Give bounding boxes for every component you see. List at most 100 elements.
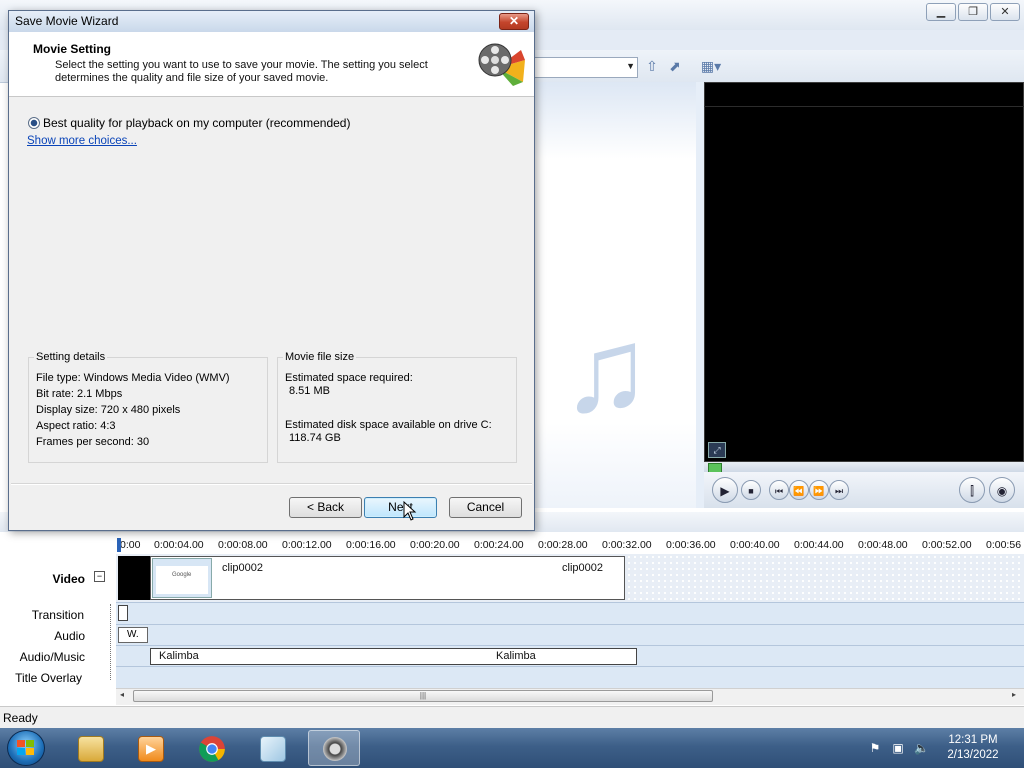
scroll-left-icon[interactable]: ◂ [120, 690, 124, 699]
scroll-right-icon[interactable]: ▸ [1012, 690, 1016, 699]
restore-button[interactable]: ❐ [958, 3, 988, 21]
timeline-ruler[interactable]: 0:00 0:00:04.00 0:00:08.00 0:00:12.00 0:… [116, 536, 1024, 555]
best-quality-label[interactable]: Best quality for playback on my computer… [43, 116, 350, 130]
taskbar-explorer[interactable] [64, 730, 116, 766]
cancel-button[interactable]: Cancel [449, 497, 522, 518]
ruler-tick: 0:00:56 [986, 539, 1022, 551]
split-clip-icon[interactable]: ⫿ [959, 477, 985, 503]
up-folder-icon[interactable]: ⇧ [643, 57, 661, 75]
ruler-tick: 0:00:16.00 [346, 539, 396, 551]
new-folder-icon[interactable]: ⬈ [666, 57, 684, 75]
explorer-icon [78, 736, 104, 762]
ruler-tick: 0:00:28.00 [538, 539, 588, 551]
status-text: Ready [3, 711, 38, 725]
previous-frame-icon[interactable]: ⏮ [769, 480, 789, 500]
audio-clip[interactable]: W. [118, 627, 148, 643]
music-note-watermark-icon: ♫ [561, 303, 651, 437]
track-label-audio-music: Audio/Music [19, 650, 85, 664]
back-button[interactable]: < Back [289, 497, 362, 518]
ruler-tick: 0:00:24.00 [474, 539, 524, 551]
track-label-audio: Audio [54, 629, 85, 643]
chrome-icon [199, 736, 225, 762]
taskbar-chrome[interactable] [186, 730, 238, 766]
ruler-tick: 0:00 [120, 539, 141, 551]
next-button[interactable]: Next [364, 497, 437, 518]
system-clock[interactable]: 12:31 PM 2/13/2022 [940, 733, 1006, 763]
paint-icon [260, 736, 286, 762]
view-options-icon[interactable]: ▦▾ [698, 57, 724, 75]
ruler-tick: 0:00:04.00 [154, 539, 204, 551]
minimize-button[interactable]: ▁ [926, 3, 956, 21]
pane-splitter[interactable] [696, 82, 704, 508]
track-label-title-overlay: Title Overlay [15, 671, 82, 685]
ruler-tick: 0:00:36.00 [666, 539, 716, 551]
setting-details-title: Setting details [34, 351, 108, 363]
est-space-value: 8.51 MB [289, 385, 330, 397]
black-clip[interactable] [118, 556, 150, 600]
fullscreen-icon[interactable]: ⤢ [708, 442, 726, 458]
fps-text: Frames per second: 30 [36, 436, 150, 448]
disk-space-value: 118.74 GB [289, 432, 341, 444]
windows-start-icon [17, 740, 34, 755]
window-close-button[interactable]: ✕ [990, 3, 1020, 21]
camera-snapshot-icon[interactable]: ◉ [989, 477, 1015, 503]
mouse-cursor-icon [403, 501, 417, 521]
music-clip-name-right: Kalimba [496, 650, 536, 662]
forward-icon[interactable]: ⏩ [809, 480, 829, 500]
ruler-tick: 0:00:52.00 [922, 539, 972, 551]
movie-maker-icon [323, 737, 347, 761]
collection-dropdown[interactable]: ▼ [520, 57, 638, 78]
status-bar [0, 706, 1024, 729]
clip-name-right: clip0002 [562, 562, 603, 574]
chevron-down-icon: ▼ [626, 61, 635, 71]
ruler-tick: 0:00:08.00 [218, 539, 268, 551]
movie-file-size-title: Movie file size [283, 351, 357, 363]
ruler-tick: 0:00:48.00 [858, 539, 908, 551]
audio-track[interactable] [116, 625, 1024, 646]
scrollbar-thumb[interactable]: ||| [133, 690, 713, 702]
taskbar-paint[interactable] [246, 730, 298, 766]
clip-name-left: clip0002 [222, 562, 263, 574]
aspect-ratio-text: Aspect ratio: 4:3 [36, 420, 116, 432]
file-type-text: File type: Windows Media Video (WMV) [36, 372, 230, 384]
transition-track[interactable] [116, 603, 1024, 625]
track-label-transition: Transition [31, 608, 84, 622]
track-label-video: Video [52, 572, 85, 586]
rewind-icon[interactable]: ⏪ [789, 480, 809, 500]
dialog-close-button[interactable]: ✕ [499, 13, 529, 30]
dialog-separator [11, 483, 532, 485]
playhead[interactable] [117, 538, 121, 552]
music-clip[interactable] [150, 648, 637, 665]
collection-pane [520, 82, 696, 508]
dialog-title: Save Movie Wizard [15, 14, 119, 28]
thumbnail-text: Google [172, 572, 192, 578]
network-icon[interactable]: ▣ [891, 741, 905, 755]
ruler-tick: 0:00:44.00 [794, 539, 844, 551]
clock-time: 12:31 PM [948, 734, 998, 746]
taskbar-media-player[interactable]: ▶ [124, 730, 176, 766]
ruler-tick: 0:00:32.00 [602, 539, 652, 551]
display-size-text: Display size: 720 x 480 pixels [36, 404, 181, 416]
track-tree-lines [110, 604, 112, 680]
film-reel-icon [478, 43, 525, 86]
music-clip-name-left: Kalimba [159, 650, 199, 662]
header-title: Movie Setting [33, 42, 112, 56]
collapse-video-icon[interactable]: − [94, 571, 105, 582]
ruler-tick: 0:00:40.00 [730, 539, 780, 551]
taskbar-movie-maker[interactable] [308, 730, 360, 766]
next-frame-icon[interactable]: ⏭ [829, 480, 849, 500]
show-more-choices-link[interactable]: Show more choices... [27, 135, 137, 147]
stop-icon[interactable]: ■ [741, 480, 761, 500]
seek-bar[interactable] [704, 462, 1024, 472]
volume-icon[interactable]: 🔈 [914, 741, 929, 755]
ruler-tick: 0:00:12.00 [282, 539, 332, 551]
play-icon[interactable]: ▶ [712, 477, 738, 503]
transition-clip[interactable] [118, 605, 128, 621]
title-overlay-track[interactable] [116, 667, 1024, 689]
best-quality-radio[interactable] [28, 117, 40, 129]
action-center-icon[interactable]: ⚑ [868, 741, 882, 755]
clip-thumbnail-frame: Google [156, 566, 208, 594]
clock-date: 2/13/2022 [947, 749, 999, 761]
header-description: Select the setting you want to use to sa… [55, 59, 428, 84]
ruler-tick: 0:00:20.00 [410, 539, 460, 551]
